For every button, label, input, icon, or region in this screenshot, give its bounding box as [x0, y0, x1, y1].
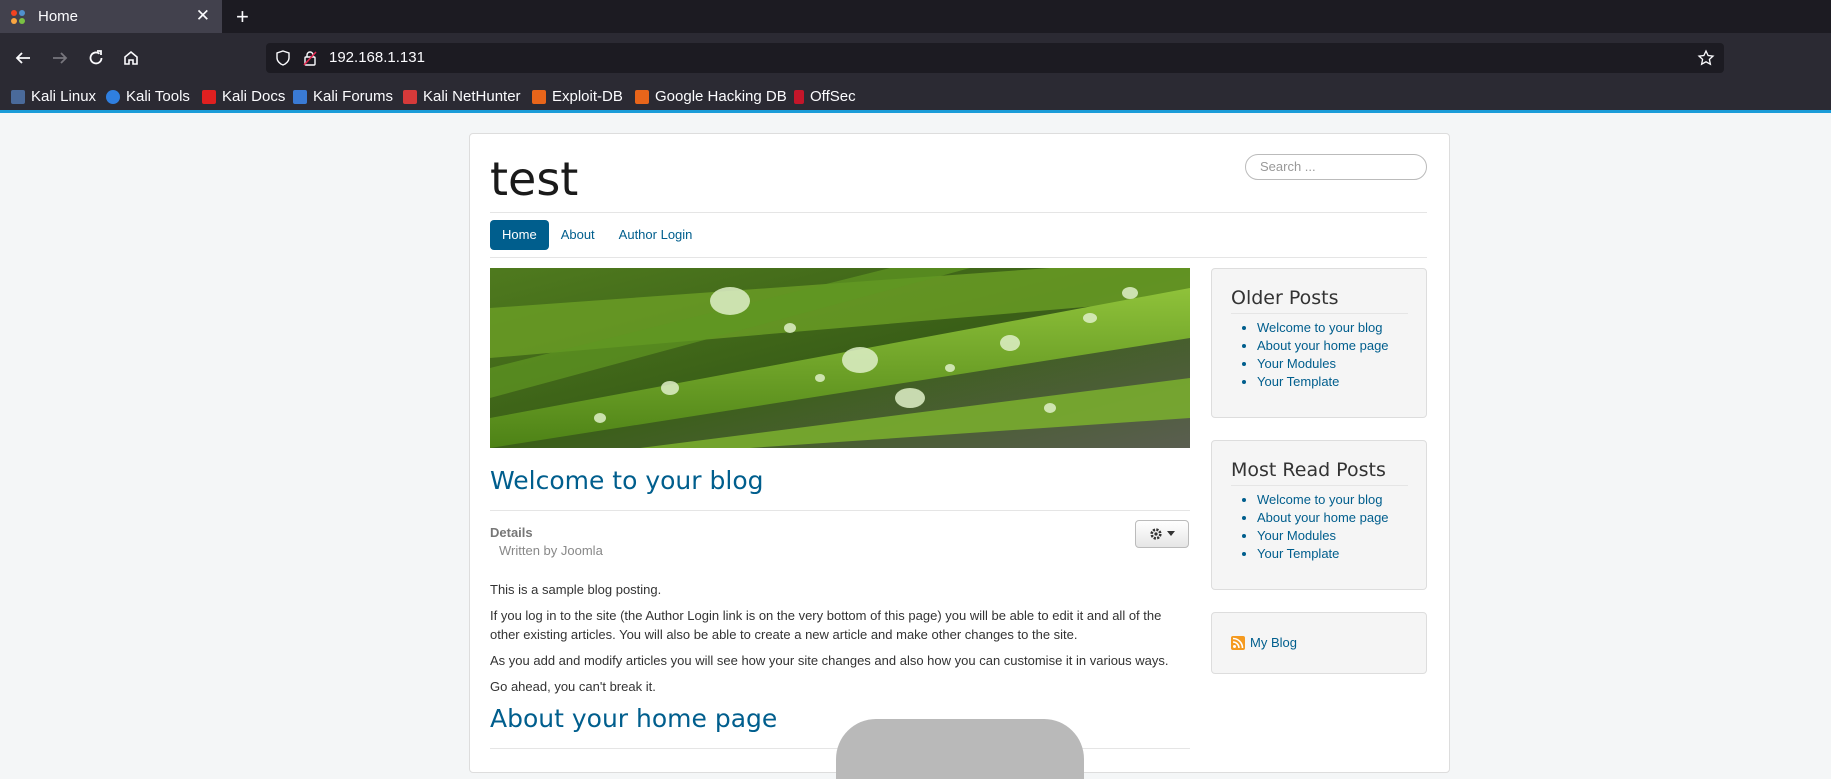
- gear-icon: [1150, 528, 1162, 540]
- bookmark-kali-linux[interactable]: Kali Linux: [11, 88, 96, 105]
- kali-tools-icon: [106, 89, 120, 104]
- page-accent-line: [0, 110, 1831, 113]
- header-banner-image: [490, 268, 1190, 448]
- post-link[interactable]: Your Template: [1257, 545, 1389, 563]
- article-paragraph: Go ahead, you can't break it.: [490, 679, 656, 694]
- bookmarks-toolbar: Kali Linux Kali Tools Kali Docs Kali For…: [0, 83, 1831, 111]
- navigation-bar: 192.168.1.131: [0, 33, 1831, 83]
- shield-icon[interactable]: [275, 50, 291, 66]
- bookmark-kali-docs[interactable]: Kali Docs: [202, 88, 285, 105]
- post-link[interactable]: Welcome to your blog: [1257, 319, 1389, 337]
- article-title-welcome[interactable]: Welcome to your blog: [490, 466, 764, 495]
- author-info: Written by Joomla: [499, 543, 603, 558]
- article-paragraph: If you log in to the site (the Author Lo…: [490, 608, 1162, 642]
- rss-icon: [1231, 635, 1245, 650]
- forward-arrow-icon[interactable]: [48, 46, 72, 70]
- post-link[interactable]: About your home page: [1257, 337, 1389, 355]
- post-link[interactable]: Your Template: [1257, 373, 1389, 391]
- module-divider: [1231, 485, 1408, 486]
- tab-title: Home: [38, 8, 79, 25]
- home-icon[interactable]: [119, 46, 143, 70]
- bookmark-star-icon[interactable]: [1697, 49, 1715, 67]
- kali-forums-icon: [293, 89, 307, 104]
- module-title: Older Posts: [1231, 287, 1339, 309]
- close-tab-icon[interactable]: ✕: [196, 6, 210, 26]
- menu-item-home[interactable]: Home: [490, 220, 549, 250]
- menu-item-about[interactable]: About: [549, 220, 607, 250]
- post-link[interactable]: About your home page: [1257, 509, 1389, 527]
- joomla-favicon-icon: [11, 9, 25, 24]
- post-link[interactable]: Your Modules: [1257, 355, 1389, 373]
- feed-module: My Blog: [1211, 612, 1427, 674]
- kali-dragon-icon: [11, 89, 25, 104]
- caret-down-icon: [1167, 531, 1175, 536]
- url-text: 192.168.1.131: [329, 49, 425, 66]
- tab-bar: Home ✕ +: [0, 0, 1831, 33]
- insecure-lock-icon[interactable]: [302, 50, 318, 66]
- offsec-icon: [794, 89, 804, 104]
- exploit-db-icon: [532, 89, 546, 104]
- url-bar[interactable]: 192.168.1.131: [266, 43, 1724, 73]
- google-hacking-db-icon: [635, 89, 649, 104]
- post-link[interactable]: Welcome to your blog: [1257, 491, 1389, 509]
- back-arrow-icon[interactable]: [11, 46, 35, 70]
- bookmark-kali-nethunter[interactable]: Kali NetHunter: [403, 88, 521, 105]
- menu-item-author-login[interactable]: Author Login: [607, 220, 705, 250]
- feed-label: My Blog: [1250, 635, 1297, 650]
- most-read-list: Welcome to your blog About your home pag…: [1232, 491, 1389, 563]
- article-title-about[interactable]: About your home page: [490, 704, 777, 733]
- bookmark-kali-tools[interactable]: Kali Tools: [106, 88, 190, 105]
- older-posts-list: Welcome to your blog About your home pag…: [1232, 319, 1389, 391]
- bookmark-google-hacking-db[interactable]: Google Hacking DB: [635, 88, 787, 105]
- article-paragraph: This is a sample blog posting.: [490, 582, 662, 597]
- header-divider: [490, 212, 1427, 213]
- kali-nethunter-icon: [403, 89, 417, 104]
- main-menu: Home About Author Login: [490, 220, 704, 250]
- bookmark-offsec[interactable]: OffSec: [794, 88, 856, 105]
- details-label: Details: [490, 525, 533, 540]
- reload-icon[interactable]: [84, 46, 108, 70]
- module-divider: [1231, 313, 1408, 314]
- feed-link[interactable]: My Blog: [1231, 635, 1297, 650]
- post-link[interactable]: Your Modules: [1257, 527, 1389, 545]
- new-tab-icon[interactable]: +: [236, 4, 249, 30]
- search-input[interactable]: Search ...: [1245, 154, 1427, 180]
- browser-tab[interactable]: Home ✕: [0, 0, 222, 33]
- most-read-module: Most Read Posts Welcome to your blog Abo…: [1211, 440, 1427, 590]
- overlay-shape: [836, 719, 1084, 779]
- module-title: Most Read Posts: [1231, 459, 1386, 481]
- site-container: test Search ... Home About Author Login: [469, 133, 1450, 773]
- article-divider: [490, 510, 1190, 511]
- menu-divider: [490, 257, 1427, 258]
- kali-docs-icon: [202, 89, 216, 104]
- bookmark-exploit-db[interactable]: Exploit-DB: [532, 88, 623, 105]
- older-posts-module: Older Posts Welcome to your blog About y…: [1211, 268, 1427, 418]
- article-paragraph: As you add and modify articles you will …: [490, 653, 1169, 668]
- article-actions-button[interactable]: [1135, 520, 1189, 548]
- bookmark-kali-forums[interactable]: Kali Forums: [293, 88, 393, 105]
- site-title[interactable]: test: [490, 152, 578, 206]
